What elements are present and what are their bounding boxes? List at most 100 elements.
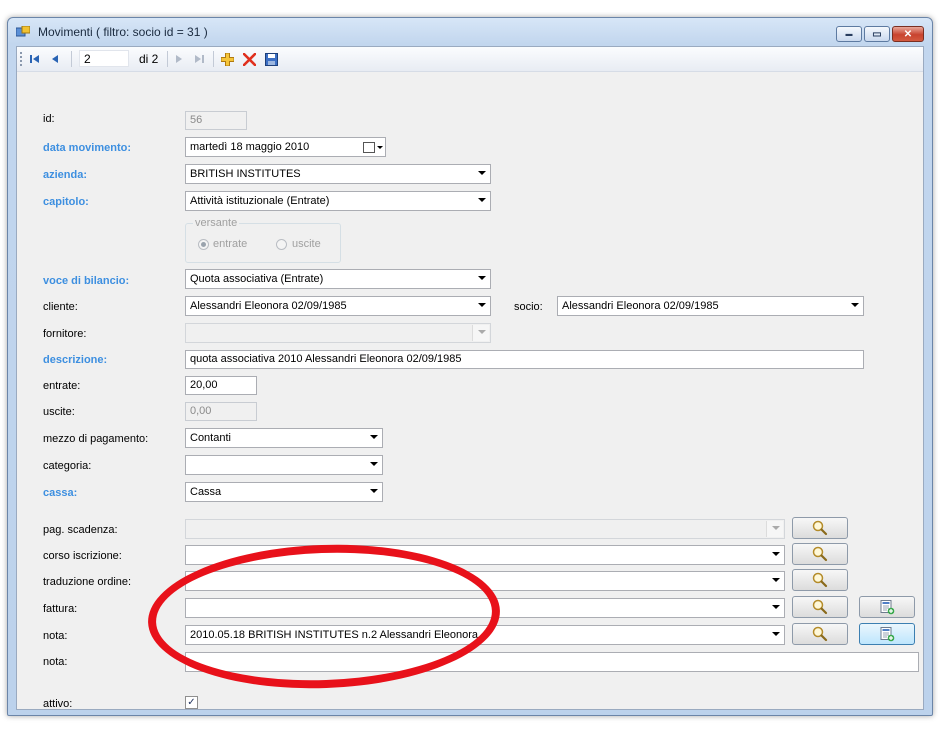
delete-icon — [242, 52, 256, 66]
chevron-down-icon — [772, 526, 780, 530]
chevron-down-icon — [478, 303, 486, 307]
chevron-down-icon — [370, 435, 378, 439]
position-textbox[interactable]: 2 — [79, 50, 129, 67]
cliente-combo[interactable]: Alessandri Eleonora 02/09/1985 — [185, 296, 491, 316]
maximize-button[interactable]: ▭ — [864, 26, 890, 42]
nota-combo-value: 2010.05.18 BRITISH INSTITUTES n.2 Alessa… — [190, 629, 478, 641]
socio-combo[interactable]: Alessandri Eleonora 02/09/1985 — [557, 296, 864, 316]
uscite-radio[interactable] — [276, 239, 287, 250]
toolbar-grip[interactable] — [20, 52, 24, 66]
search-icon — [812, 599, 828, 615]
nota-combo-label: nota: — [43, 630, 68, 642]
capitolo-label: capitolo: — [43, 196, 89, 208]
nota-search-button[interactable] — [792, 623, 848, 645]
id-label: id: — [43, 113, 55, 125]
delete-button[interactable] — [241, 51, 257, 67]
chevron-down-icon — [377, 146, 383, 149]
voce-di-bilancio-label: voce di bilancio: — [43, 275, 130, 287]
uscite-field: 0,00 — [185, 402, 257, 421]
fattura-new-button[interactable] — [859, 596, 915, 618]
pag-scadenza-search-button[interactable] — [792, 517, 848, 539]
minimize-icon: ▬ — [845, 30, 853, 38]
chevron-down-icon — [772, 632, 780, 636]
chevron-down-icon — [478, 276, 486, 280]
mezzo-di-pagamento-value: Contanti — [190, 432, 231, 444]
voce-di-bilancio-combo[interactable]: Quota associativa (Entrate) — [185, 269, 491, 289]
socio-label: socio: — [514, 301, 543, 313]
traduzione-ordine-label: traduzione ordine: — [43, 576, 132, 588]
fattura-search-button[interactable] — [792, 596, 848, 618]
data-movimento-label: data movimento: — [43, 142, 132, 154]
pag-scadenza-combo[interactable] — [185, 519, 785, 539]
fattura-combo[interactable] — [185, 598, 785, 618]
data-movimento-datepicker[interactable]: martedì 18 maggio 2010 — [185, 137, 386, 157]
search-icon — [812, 520, 828, 536]
chevron-down-icon — [478, 171, 486, 175]
move-first-button[interactable] — [27, 51, 43, 67]
calendar-icon — [363, 142, 375, 153]
move-next-button[interactable] — [171, 51, 187, 67]
fattura-label: fattura: — [43, 603, 78, 615]
new-record-icon — [880, 600, 895, 615]
move-last-icon — [195, 55, 204, 63]
main-window: Movimenti ( filtro: socio id = 31 ) ▬ ▭ … — [7, 17, 933, 716]
chevron-down-icon — [478, 198, 486, 202]
chevron-down-icon — [772, 552, 780, 556]
categoria-combo[interactable] — [185, 455, 383, 475]
entrate-field[interactable]: 20,00 — [185, 376, 257, 395]
mezzo-di-pagamento-combo[interactable]: Contanti — [185, 428, 383, 448]
nota-new-button[interactable] — [859, 623, 915, 645]
corso-iscrizione-label: corso iscrizione: — [43, 550, 122, 562]
data-movimento-value: martedì 18 maggio 2010 — [190, 141, 310, 153]
record-count-label: di 2 — [139, 52, 159, 66]
toolbar-separator — [71, 51, 72, 67]
title-bar[interactable]: Movimenti ( filtro: socio id = 31 ) ▬ ▭ … — [8, 18, 932, 46]
minimize-button[interactable]: ▬ — [836, 26, 862, 42]
nota-text-field[interactable] — [185, 652, 919, 672]
search-icon — [812, 546, 828, 562]
traduzione-ordine-search-button[interactable] — [792, 569, 848, 591]
uscite-label: uscite: — [43, 406, 75, 418]
voce-di-bilancio-value: Quota associativa (Entrate) — [190, 273, 324, 285]
move-last-button[interactable] — [191, 51, 207, 67]
id-field: 56 — [185, 111, 247, 130]
categoria-label: categoria: — [43, 460, 92, 472]
maximize-icon: ▭ — [872, 28, 882, 40]
new-record-icon — [880, 627, 895, 642]
azienda-value: BRITISH INSTITUTES — [190, 168, 301, 180]
nota-combo[interactable]: 2010.05.18 BRITISH INSTITUTES n.2 Alessa… — [185, 625, 785, 645]
mezzo-di-pagamento-label: mezzo di pagamento: — [43, 433, 149, 445]
chevron-down-icon — [772, 578, 780, 582]
attivo-checkbox[interactable]: ✓ — [185, 696, 198, 709]
toolbar-separator — [213, 51, 214, 67]
chevron-down-icon — [370, 462, 378, 466]
save-button[interactable] — [263, 51, 279, 67]
pag-scadenza-label: pag. scadenza: — [43, 524, 118, 536]
fornitore-label: fornitore: — [43, 328, 87, 340]
add-icon — [220, 52, 234, 66]
entrate-radio[interactable] — [198, 239, 209, 250]
azienda-combo[interactable]: BRITISH INSTITUTES — [185, 164, 491, 184]
versante-group-title: versante — [193, 217, 240, 229]
capitolo-combo[interactable]: Attività istituzionale (Entrate) — [185, 191, 491, 211]
traduzione-ordine-combo[interactable] — [185, 571, 785, 591]
move-first-icon — [30, 55, 39, 63]
descrizione-field[interactable]: quota associativa 2010 Alessandri Eleono… — [185, 350, 864, 369]
entrate-radio-label: entrate — [213, 238, 248, 250]
toolbar-separator — [167, 51, 168, 67]
cassa-combo[interactable]: Cassa — [185, 482, 383, 502]
socio-value: Alessandri Eleonora 02/09/1985 — [562, 300, 719, 312]
cassa-value: Cassa — [190, 486, 222, 498]
chevron-down-icon — [478, 330, 486, 334]
entrate-label: entrate: — [43, 380, 81, 392]
add-new-button[interactable] — [219, 51, 235, 67]
close-button[interactable]: ✕ — [892, 26, 924, 42]
move-previous-button[interactable] — [47, 51, 63, 67]
move-previous-icon — [52, 55, 58, 63]
cassa-label: cassa: — [43, 487, 78, 499]
corso-iscrizione-search-button[interactable] — [792, 543, 848, 565]
fornitore-combo[interactable] — [185, 323, 491, 343]
corso-iscrizione-combo[interactable] — [185, 545, 785, 565]
azienda-label: azienda: — [43, 169, 88, 181]
attivo-label: attivo: — [43, 698, 73, 710]
